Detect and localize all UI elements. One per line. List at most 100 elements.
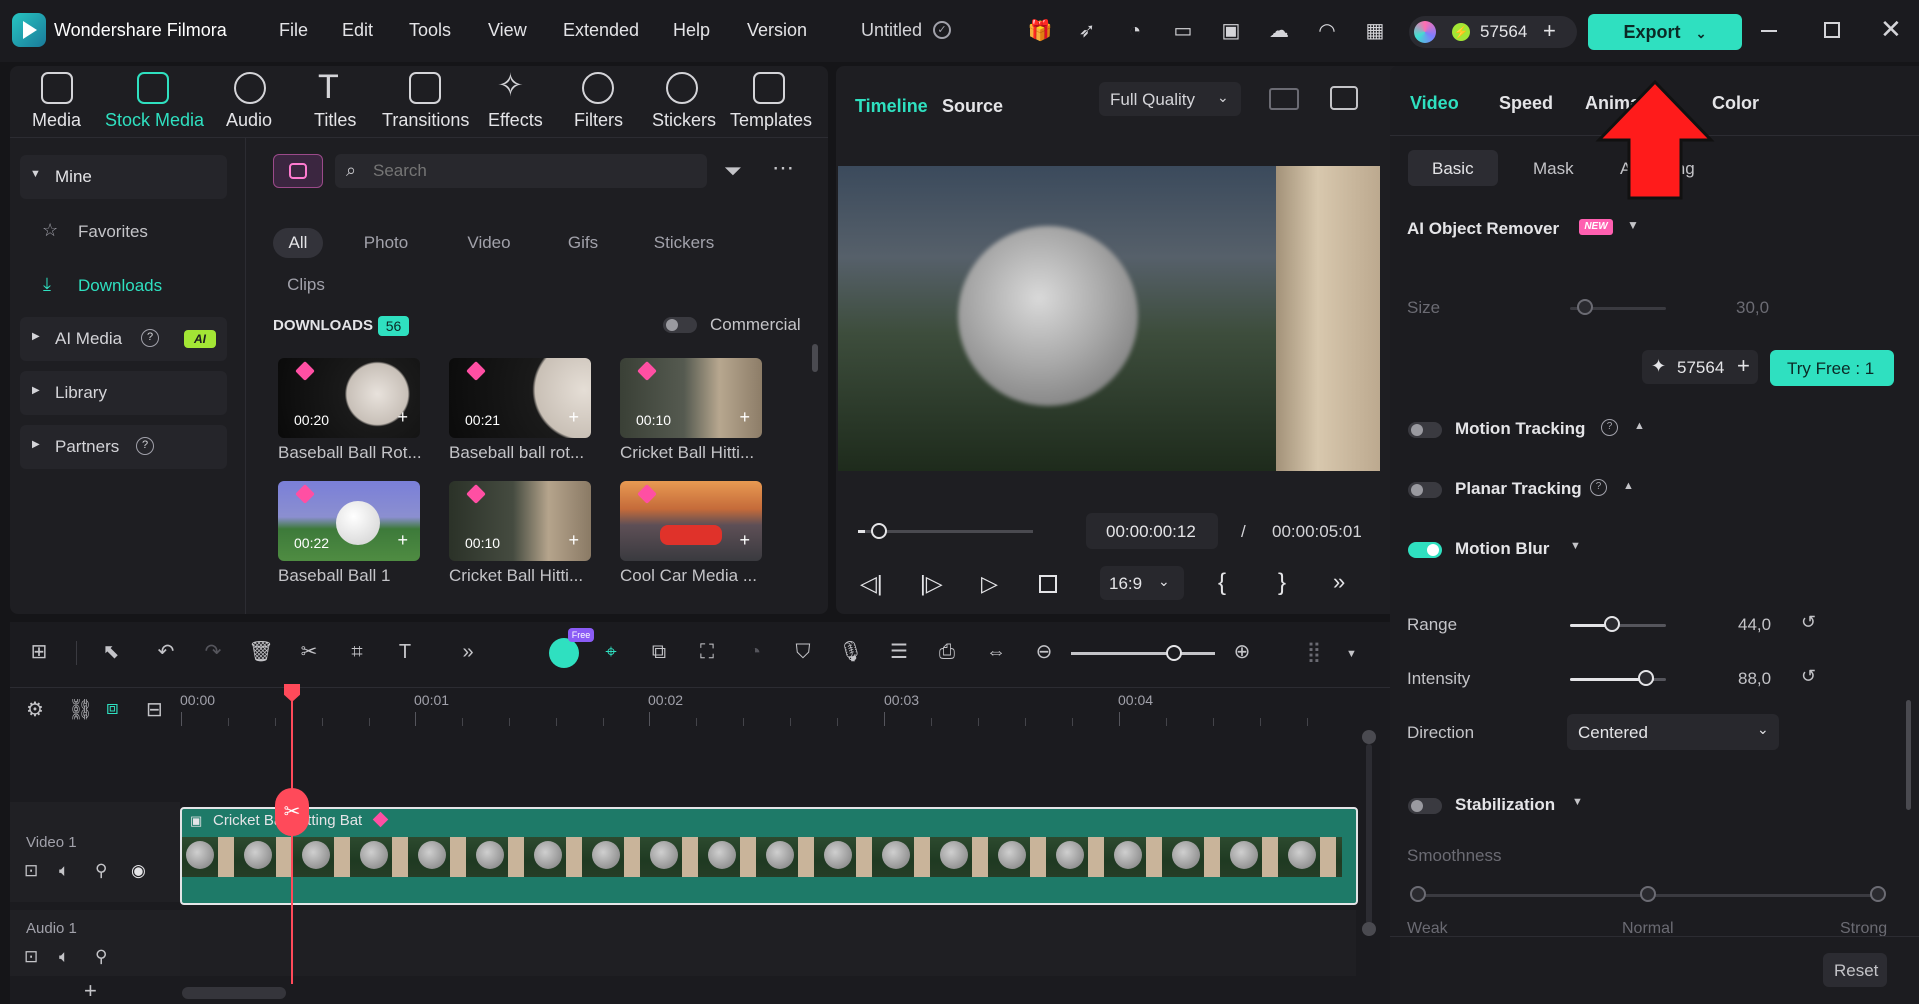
menu-view[interactable]: View [488, 20, 527, 41]
menu-extended[interactable]: Extended [563, 20, 639, 41]
photo-edit-icon[interactable]: ⛶ [694, 639, 720, 665]
prev-frame-icon[interactable]: ◁| [860, 571, 883, 597]
caret-up-icon[interactable]: ▲ [1634, 420, 1645, 432]
transitions-icon[interactable] [409, 72, 441, 104]
tab-stickers[interactable]: Stickers [652, 110, 716, 131]
eye-icon[interactable]: ◉ [131, 861, 146, 881]
lock-icon[interactable]: ⊡ [24, 861, 38, 881]
restore-icon[interactable] [1824, 22, 1840, 38]
asset-thumbnail[interactable]: 00:20 + [278, 358, 420, 438]
shield-icon[interactable]: ⛉ [790, 639, 816, 665]
video-clip[interactable]: ▣ Cricket Ball Hitting Bat [180, 807, 1358, 905]
sidebar-item-partners[interactable]: ▶ Partners ? [20, 425, 227, 469]
search-box[interactable]: ⌕ [335, 154, 707, 188]
tab-video[interactable]: Video [1410, 93, 1459, 114]
layout-grid-icon[interactable]: ⊞ [26, 639, 52, 665]
range-slider-knob[interactable] [1604, 616, 1620, 632]
search-input[interactable] [373, 159, 693, 183]
add-icon[interactable]: + [568, 530, 579, 551]
filter-stickers[interactable]: Stickers [644, 228, 724, 258]
track-layout-icon[interactable]: ⣿ [1301, 639, 1327, 665]
add-icon[interactable]: + [739, 407, 750, 428]
menu-file[interactable]: File [279, 20, 308, 41]
filter-clips[interactable]: Clips [273, 270, 339, 300]
tab-timeline[interactable]: Timeline [855, 96, 928, 117]
crop-icon[interactable]: ⌗ [344, 639, 370, 665]
cloud-icon[interactable]: ☁ [1266, 18, 1292, 44]
replace-icon[interactable]: ⧉ [646, 639, 672, 665]
help-icon[interactable]: ? [1590, 479, 1607, 496]
unlink-icon[interactable]: ⛓ [68, 697, 93, 722]
timeline-vscroll-bottom[interactable] [1362, 922, 1376, 936]
filter-gifs[interactable]: Gifs [550, 228, 616, 258]
split-scissors-icon[interactable]: ✂ [275, 788, 309, 836]
reset-range-icon[interactable]: ↺ [1801, 612, 1816, 633]
tab-effects[interactable]: Effects [488, 110, 543, 131]
planar-tracking-toggle[interactable] [1408, 482, 1442, 498]
fit-timeline-icon[interactable]: ⇔ [983, 639, 1009, 665]
scope-icon[interactable] [1330, 86, 1358, 110]
filters-icon[interactable] [582, 72, 614, 104]
volume-icon[interactable]: 🔈︎ [59, 947, 69, 967]
zoom-slider[interactable] [1071, 652, 1215, 655]
ai-credits-button[interactable]: ✦ 57564 + [1642, 350, 1758, 384]
help-icon[interactable]: ? [141, 329, 159, 347]
mark-out-icon[interactable]: } [1278, 569, 1286, 597]
stock-media-icon[interactable] [137, 72, 169, 104]
templates-icon[interactable] [753, 72, 785, 104]
tab-stock-media[interactable]: Stock Media [105, 110, 204, 131]
add-icon[interactable]: + [568, 407, 579, 428]
asset-thumbnail[interactable]: + [620, 481, 762, 561]
sidebar-item-favorites[interactable]: Favorites [78, 222, 148, 242]
timeline-vscroll-top[interactable] [1362, 730, 1376, 744]
lightbulb-icon[interactable]: ◔ [1122, 18, 1148, 44]
next-frame-icon[interactable]: |▷ [920, 571, 943, 597]
delete-icon[interactable]: 🗑 [248, 639, 274, 665]
asset-thumbnail[interactable]: 00:21 + [449, 358, 591, 438]
filter-all[interactable]: All [273, 228, 323, 258]
reset-intensity-icon[interactable]: ↺ [1801, 666, 1816, 687]
filter-video[interactable]: Video [456, 228, 522, 258]
aspect-ratio-dropdown[interactable]: 16:9 ⌄ [1100, 566, 1184, 600]
headset-icon[interactable]: ◠ [1314, 18, 1340, 44]
try-free-button[interactable]: Try Free : 1 [1770, 350, 1894, 386]
timeline-hscrollbar[interactable] [182, 987, 286, 999]
add-track-icon[interactable]: ⊟ [146, 697, 163, 722]
text-icon[interactable]: T [392, 639, 418, 665]
menu-edit[interactable]: Edit [342, 20, 373, 41]
more-icon[interactable]: ⋯ [772, 155, 796, 181]
add-icon[interactable]: + [397, 407, 408, 428]
playhead-line[interactable] [291, 700, 293, 984]
menu-version[interactable]: Version [747, 20, 807, 41]
tab-templates[interactable]: Templates [730, 110, 812, 131]
media-scrollbar[interactable] [812, 344, 818, 372]
add-icon[interactable]: + [739, 530, 750, 551]
gift-icon[interactable]: 🎁 [1027, 18, 1053, 44]
filter-icon[interactable]: ⏷ [724, 158, 742, 184]
properties-scrollbar[interactable] [1906, 700, 1911, 810]
zoom-in-icon[interactable]: ⊕ [1229, 639, 1255, 665]
minimize-icon[interactable] [1761, 30, 1777, 32]
timeline-settings-icon[interactable]: ⚙ [26, 697, 44, 722]
smoothness-stop-weak[interactable] [1410, 886, 1426, 902]
project-title[interactable]: Untitled [861, 20, 922, 41]
motion-blur-toggle[interactable] [1408, 542, 1442, 558]
ai-mate-icon[interactable] [549, 638, 579, 668]
caret-down-icon[interactable]: ▼ [1627, 218, 1639, 232]
sidebar-item-ai-media[interactable]: ▶ AI Media ? AI [20, 317, 227, 361]
speed-icon[interactable]: ◔ [742, 639, 768, 665]
timeline-vscrollbar[interactable] [1366, 744, 1372, 924]
magnet-icon[interactable]: ⚲ [95, 861, 107, 881]
intensity-slider-knob[interactable] [1638, 670, 1654, 686]
size-slider-knob[interactable] [1577, 299, 1593, 315]
sidebar-item-downloads[interactable]: Downloads [78, 276, 162, 296]
tab-media[interactable]: Media [32, 110, 81, 131]
microphone-icon[interactable]: 🎙 [838, 639, 864, 665]
snapshot-icon[interactable]: ⎙ [934, 639, 960, 665]
undo-icon[interactable]: ↶ [153, 639, 179, 665]
auto-reframe-icon[interactable]: ⌖ [598, 639, 624, 665]
subtab-mask[interactable]: Mask [1533, 159, 1574, 179]
audio-mixer-icon[interactable]: ☰ [886, 639, 912, 665]
grid-view-icon[interactable] [1269, 88, 1299, 110]
credits-pill[interactable]: ⚡ 57564 + [1409, 16, 1577, 48]
